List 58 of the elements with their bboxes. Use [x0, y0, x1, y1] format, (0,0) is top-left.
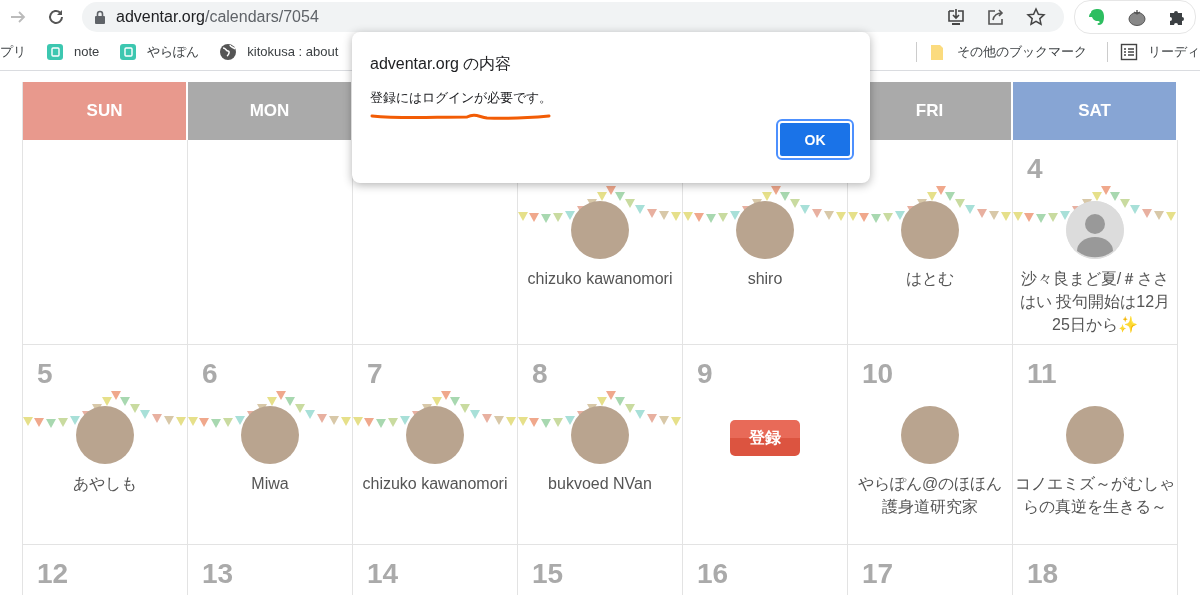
avatar-photo-placeholder[interactable] — [736, 201, 794, 259]
dialog-title: adventar.org の内容 — [370, 54, 513, 74]
day-number: 6 — [202, 357, 218, 391]
avatar-photo-placeholder[interactable] — [901, 406, 959, 464]
day-number: 8 — [532, 357, 548, 391]
day-number: 9 — [697, 357, 713, 391]
lock-icon — [94, 9, 106, 24]
dialog-message: 登録にはログインが必要です。 — [370, 89, 552, 107]
globe-icon — [219, 42, 238, 61]
user-name-link[interactable]: はとむ — [904, 267, 956, 290]
day-number: 5 — [37, 357, 53, 391]
user-name-link[interactable]: やらぽん@のほほん護身道研究家 — [848, 472, 1012, 518]
weekday-header: SUN — [23, 82, 188, 140]
bookmark[interactable]: やらぽん — [119, 42, 200, 61]
weekday-header: SAT — [1013, 82, 1178, 140]
day-number: 4 — [1027, 152, 1043, 186]
bookmarks-folder[interactable]: その他のブックマーク — [929, 42, 1087, 61]
day-number: 12 — [37, 557, 69, 591]
page-icon — [46, 42, 64, 61]
day-number: 16 — [697, 557, 729, 591]
avatar-photo-placeholder[interactable] — [241, 406, 299, 464]
ok-button[interactable]: OK — [778, 121, 852, 158]
day-number: 18 — [1027, 557, 1059, 591]
avatar-photo-placeholder[interactable] — [571, 406, 629, 464]
user-name-link[interactable]: bukvoed NVan — [546, 472, 654, 495]
list-icon — [1120, 42, 1138, 61]
day-number: 10 — [862, 357, 894, 391]
avatar-photo-placeholder[interactable] — [76, 406, 134, 464]
page-icon — [119, 42, 138, 61]
weekday-header: MON — [188, 82, 353, 140]
avatar-photo-placeholder[interactable] — [1066, 406, 1124, 464]
user-name-link[interactable]: shiro — [745, 267, 785, 290]
user-name-link[interactable]: あやしも — [71, 472, 139, 495]
avatar-photo-placeholder[interactable] — [901, 201, 959, 259]
star-icon[interactable] — [1026, 6, 1046, 27]
avatar-photo-placeholder[interactable] — [406, 406, 464, 464]
url-text: adventar.org/calendars/7054 — [116, 7, 319, 26]
day-number: 11 — [1027, 357, 1057, 391]
user-name-link[interactable]: コノエミズ～がむしゃらの真逆を生きる～ — [1013, 472, 1177, 518]
address-bar[interactable]: adventar.org/calendars/7054 — [82, 1, 1064, 32]
register-button[interactable]: 登録 — [730, 420, 800, 456]
avatar-photo-placeholder[interactable] — [571, 201, 629, 259]
user-name-link[interactable]: chizuko kawanomori — [525, 267, 675, 290]
day-number: 13 — [202, 557, 234, 591]
default-avatar-icon[interactable] — [1066, 201, 1124, 259]
download-icon[interactable] — [946, 6, 966, 27]
bookmark[interactable]: プリ — [0, 42, 26, 61]
user-name-link[interactable]: Miwa — [249, 472, 291, 495]
reading-list[interactable]: リーディ — [1120, 42, 1200, 61]
user-name-link[interactable]: chizuko kawanomori — [360, 472, 510, 495]
user-name-link[interactable]: 沙々良まど夏/＃ささはい 投句開始は12月25日から✨ — [1013, 267, 1177, 336]
bookmark[interactable]: note — [46, 42, 100, 61]
day-number: 17 — [862, 557, 894, 591]
day-number: 7 — [367, 357, 383, 391]
day-number: 14 — [367, 557, 399, 591]
bookmark[interactable]: kitokusa : about — [219, 42, 339, 61]
share-icon[interactable] — [986, 6, 1006, 27]
day-number: 15 — [532, 557, 564, 591]
